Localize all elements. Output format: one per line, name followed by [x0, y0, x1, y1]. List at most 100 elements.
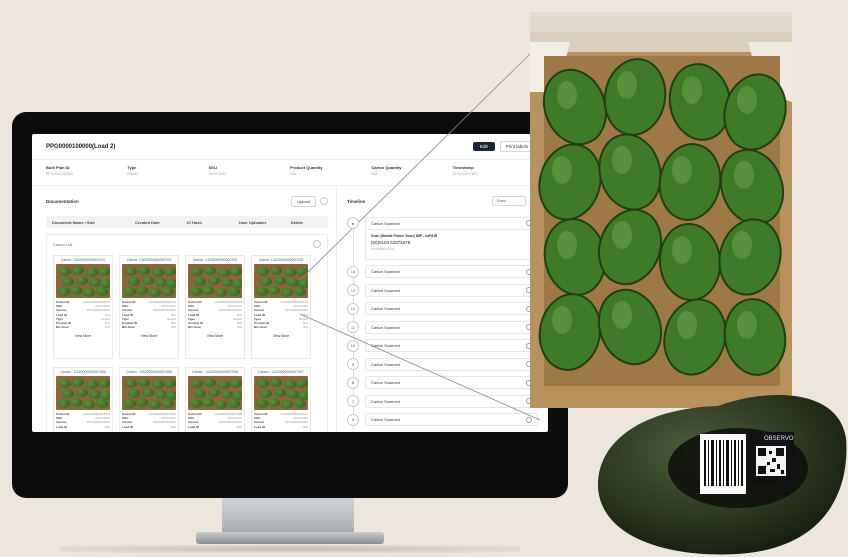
field-label: Bin Scan — [254, 325, 267, 330]
avocado-thumb — [191, 267, 203, 276]
view-more-link[interactable]: View More — [254, 334, 308, 338]
carton-card[interactable]: Carton - CA20000000007006 Carton ID CA2000… — [185, 367, 245, 432]
avocado-thumb — [274, 388, 286, 397]
timeline-item[interactable]: 6 Carton Scanned — [347, 411, 538, 430]
timeline-item-box[interactable]: Carton Scanned — [365, 283, 538, 297]
meta-label: Product Quantity — [289, 165, 323, 170]
timeline-item[interactable]: 12 Carton Scanned — [347, 300, 538, 319]
avocado-highlight — [612, 146, 632, 174]
timeline-item-box[interactable]: Carton Scanned — [365, 413, 538, 427]
event-filter-select[interactable]: Event — [492, 196, 526, 206]
avocado-thumb — [72, 266, 84, 275]
timeline-item-label: Carton Scanned — [371, 220, 400, 226]
meta-value: N/A — [371, 172, 378, 176]
column-header[interactable]: Created Date — [135, 220, 187, 225]
timeline-item-box[interactable]: Carton Scanned — [365, 320, 538, 334]
meta-value: PPG0000100000 — [46, 172, 73, 176]
avocado-thumb — [257, 379, 269, 388]
timeline-item-label: Carton Scanned — [371, 417, 400, 423]
carton-field: Load ID N/A — [56, 425, 110, 429]
monitor-stand — [222, 498, 354, 534]
timeline-item[interactable]: 7 Carton Scanned — [347, 392, 538, 411]
timeline-item-box[interactable]: Carton Scanned — [365, 394, 538, 408]
carton-card[interactable]: Carton: CA20000000000701 Carton ID CA20000… — [119, 255, 179, 359]
timeline-item-box[interactable]: Carton Scanned — [365, 339, 538, 353]
timeline-item-box[interactable]: Carton Scanned — [365, 265, 538, 279]
column-header[interactable]: Delete — [291, 220, 322, 225]
carton-photo[interactable] — [188, 376, 242, 410]
view-more-link[interactable]: View More — [188, 334, 242, 338]
edit-button[interactable]: Edit — [472, 142, 495, 151]
carton-list-folder: Carton List Carton: CA20000000000700 Cart… — [46, 234, 328, 432]
view-more-link[interactable]: View More — [56, 334, 110, 338]
avocado-thumb — [294, 399, 306, 408]
avocado-thumb — [98, 267, 110, 276]
carton-field: Load ID N/A — [188, 425, 242, 429]
view-more-link[interactable]: View More — [122, 334, 176, 338]
timeline-item-box[interactable]: Carton Scanned — [365, 376, 538, 390]
carton-card-title: Carton - CA20000000007006 — [192, 370, 238, 374]
timeline-item-box[interactable]: Carton Scanned — [365, 302, 538, 316]
timeline-item-box[interactable]: Carton Scanned — [365, 357, 538, 371]
avocado-thumb — [257, 267, 269, 276]
carton-card[interactable]: Carton - CA20000000007007 Carton ID CA2000… — [251, 367, 311, 432]
avocado-thumb — [256, 287, 268, 296]
carton-field: Bin Scan N/A — [188, 325, 242, 329]
carton-card[interactable]: Carton - CA20000000007005 Carton ID CA2000… — [119, 367, 179, 432]
avocado-box-illustration — [530, 12, 792, 408]
carton-photo[interactable] — [254, 376, 308, 410]
avocado-highlight — [737, 311, 757, 339]
avocado-thumb — [281, 288, 293, 297]
avocado-thumb — [96, 287, 108, 296]
field-label: Bin Scan — [122, 325, 135, 330]
carton-photo[interactable] — [254, 264, 308, 298]
carton-photo[interactable] — [188, 264, 242, 298]
column-header[interactable]: IC Hash — [187, 220, 239, 225]
avocado-highlight — [612, 221, 632, 249]
documentation-title: Documentation — [46, 198, 79, 204]
avocado-thumb — [230, 379, 242, 388]
avocado-thumb — [215, 400, 227, 409]
column-header[interactable]: User Uploader — [239, 220, 291, 225]
carton-card[interactable]: Carton: CA20000000000700 Carton ID CA20000… — [53, 255, 113, 359]
field-label: Load ID — [254, 424, 265, 429]
avocado-highlight — [552, 306, 572, 334]
print-labels-button[interactable]: Print labels — [499, 141, 534, 152]
carton-photo[interactable] — [56, 264, 110, 298]
timeline-item[interactable]: 14 Carton Scanned — [347, 263, 538, 282]
avocado-thumb — [128, 389, 140, 398]
expand-icon[interactable] — [313, 240, 321, 248]
meta-value: 02/10/2023 10:1 — [452, 172, 478, 176]
carton-field: Load ID N/A — [254, 425, 308, 429]
carton-card[interactable]: Carton: CA20000000000703 Carton ID CA20000… — [251, 255, 311, 359]
timeline-marker: 7 — [347, 395, 359, 408]
timeline-item[interactable]: 8 Carton Scanned — [347, 374, 538, 393]
timeline-item[interactable]: 13 Carton Scanned — [347, 281, 538, 300]
avocado-thumb — [124, 399, 136, 408]
carton-card[interactable]: Carton - CA20000000007004 Carton ID CA2000… — [53, 367, 113, 432]
timeline-item[interactable]: 11 Carton Scanned — [347, 318, 538, 337]
avocado-thumb — [136, 286, 148, 295]
timeline-item-detail: Scan (Mobile Phone Scan) 88P - coPAIR (0… — [365, 229, 538, 260]
carton-card[interactable]: Carton: CA20000000000702 Carton ID CA20000… — [185, 255, 245, 359]
timeline-item[interactable]: 10 Carton Scanned — [347, 337, 538, 356]
timeline-item[interactable]: 9 Carton Scanned — [347, 355, 538, 374]
carton-photo[interactable] — [122, 264, 176, 298]
avocado-thumb — [208, 388, 220, 397]
avocado-highlight — [552, 156, 572, 184]
folder-name[interactable]: Carton List — [53, 242, 313, 247]
avocado-thumb — [162, 399, 174, 408]
carton-photo[interactable] — [56, 376, 110, 410]
avocado-thumb — [190, 399, 202, 408]
column-header[interactable]: Document Name / Size — [52, 220, 135, 225]
carton-photo[interactable] — [122, 376, 176, 410]
info-icon[interactable] — [320, 197, 328, 205]
timeline-item[interactable]: ● Carton Scanned — [347, 214, 538, 233]
avocado-thumb — [215, 288, 227, 297]
avocado-thumb — [152, 380, 164, 389]
upload-button[interactable]: Upload — [291, 195, 316, 207]
timeline-marker: 6 — [347, 413, 359, 426]
avocado-thumb — [128, 277, 140, 286]
meta-value: Export — [127, 172, 138, 176]
avocado-highlight — [672, 156, 692, 184]
